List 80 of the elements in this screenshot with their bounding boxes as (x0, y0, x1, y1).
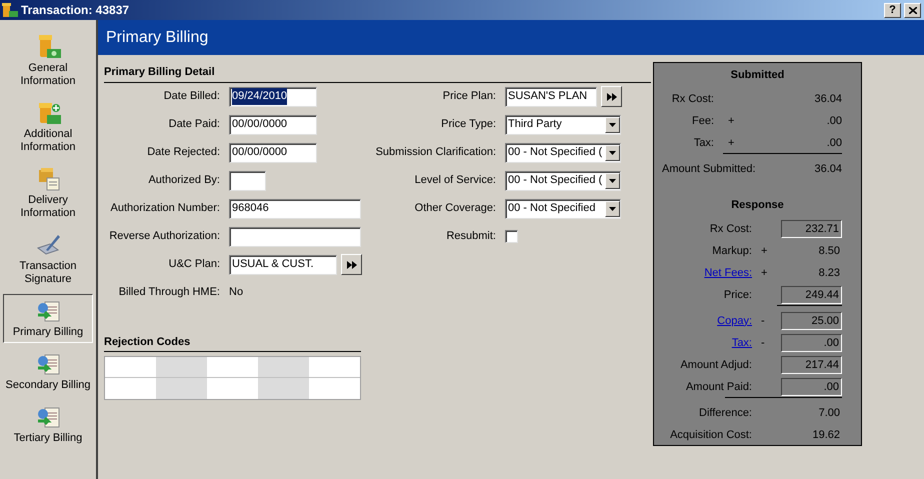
nav-item[interactable]: Primary Billing (3, 294, 93, 343)
summary-label: Markup: (712, 244, 752, 259)
nav-item[interactable]: Additional Information (3, 96, 93, 158)
lookup-button[interactable] (341, 254, 362, 275)
app-icon (2, 2, 18, 18)
lookup-button[interactable] (601, 86, 622, 107)
close-icon (908, 6, 916, 14)
nav-item[interactable]: Delivery Information (3, 162, 93, 224)
value-field: 232.71 (781, 220, 842, 238)
summary-label: Rx Cost: (670, 92, 714, 107)
section-title: Primary Billing Detail (104, 64, 651, 82)
summary-label: Fee: (690, 114, 714, 129)
field-label: Reverse Authorization: (108, 229, 221, 244)
summary-label: Amount Submitted: (662, 162, 757, 177)
summary-value: 36.04 (813, 92, 842, 107)
text-field[interactable]: SUSAN'S PLAN (505, 86, 597, 106)
summary-label: Price: (724, 288, 752, 303)
nav-item[interactable]: Tertiary Billing (3, 400, 93, 449)
field-label: Date Paid: (168, 117, 221, 132)
close-button[interactable] (904, 2, 921, 18)
fast-forward-icon (606, 92, 616, 100)
field-label: Authorized By: (147, 173, 221, 188)
nav-item[interactable]: General Information (3, 30, 93, 92)
field-label: Price Type: (440, 117, 497, 132)
summary-value: .00 (826, 136, 842, 151)
field-label: Date Rejected: (146, 145, 221, 160)
value-field: 25.00 (781, 312, 842, 330)
summary-label: Amount Adjud: (680, 358, 752, 373)
operator-sign: - (761, 314, 765, 327)
panel-title: Response (730, 198, 785, 213)
text-field[interactable]: 00/00/0000 (229, 114, 317, 134)
field-label: Price Plan: (442, 89, 497, 104)
summary-value: 7.00 (818, 406, 841, 421)
text-field[interactable]: USUAL & CUST. (229, 254, 337, 274)
nav-item[interactable]: Secondary Billing (3, 347, 93, 396)
dropdown[interactable]: 00 - Not Specified ( (505, 170, 621, 190)
text-field[interactable]: 00/00/0000 (229, 142, 317, 162)
operator-sign: + (728, 136, 734, 149)
operator-sign: - (761, 336, 765, 349)
field-label: Authorization Number: (110, 201, 221, 216)
dropdown[interactable]: 00 - Not Specified (505, 198, 621, 218)
summary-value: 19.62 (811, 428, 841, 443)
summary-value: 36.04 (813, 162, 842, 177)
summary-value: 8.50 (818, 244, 841, 259)
fast-forward-icon (346, 260, 356, 268)
field-value: No (229, 285, 244, 300)
summary-label: Difference: (699, 406, 752, 421)
value-field: .00 (781, 378, 842, 396)
nav-item[interactable]: Transaction Signature (3, 228, 93, 290)
text-field[interactable]: 09/24/2010 (229, 86, 317, 106)
dropdown[interactable]: 00 - Not Specified ( (505, 142, 621, 162)
field-label: Other Coverage: (414, 201, 497, 216)
field-label: Date Billed: (162, 89, 221, 104)
operator-sign: + (728, 114, 734, 127)
page-header: Primary Billing (98, 20, 924, 55)
summary-label: Tax: (692, 136, 714, 151)
text-field[interactable] (229, 226, 361, 246)
help-button[interactable]: ? (884, 2, 901, 18)
value-field: 249.44 (781, 286, 842, 304)
summary-value: 8.23 (818, 266, 841, 281)
field-label: Resubmit: (445, 229, 497, 244)
text-field[interactable]: 968046 (229, 198, 361, 218)
section-title: Rejection Codes (104, 334, 361, 352)
field-label: Level of Service: (414, 173, 497, 188)
value-field: 217.44 (781, 356, 842, 374)
text-field[interactable] (229, 170, 266, 190)
dropdown[interactable]: Third Party (505, 114, 621, 134)
field-label: U&C Plan: (168, 257, 221, 272)
checkbox[interactable] (505, 230, 518, 243)
summary-label: Acquisition Cost: (670, 428, 752, 443)
operator-sign: + (761, 266, 768, 279)
field-label: Submission Clarification: (374, 145, 497, 160)
panel-title: Submitted (730, 68, 786, 83)
operator-sign: + (761, 244, 768, 257)
summary-value: .00 (826, 114, 842, 129)
window-title: Transaction: 43837 (21, 2, 130, 19)
summary-label: Amount Paid: (686, 380, 752, 395)
field-label: Billed Through HME: (118, 285, 221, 300)
value-field: .00 (781, 334, 842, 352)
summary-label: Rx Cost: (710, 222, 752, 237)
